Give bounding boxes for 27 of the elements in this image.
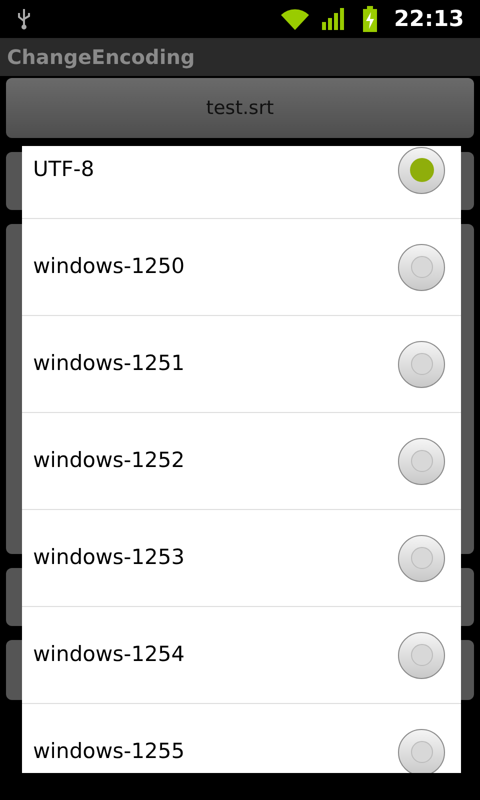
option-label: windows-1255	[33, 738, 186, 766]
option-label: windows-1254	[33, 641, 186, 668]
radio-button[interactable]	[398, 534, 445, 582]
radio-button[interactable]	[398, 632, 445, 678]
encoding-option[interactable]: windows-1255	[22, 704, 461, 773]
clock-time: 22:13	[394, 6, 464, 34]
app-title: ChangeEncoding	[7, 44, 195, 71]
encoding-option[interactable]: windows-1252	[22, 413, 461, 510]
encoding-option[interactable]: windows-1250	[22, 219, 461, 316]
usb-icon	[16, 7, 32, 31]
option-label: windows-1253	[33, 544, 186, 572]
option-label: windows-1252	[33, 447, 186, 474]
radio-button[interactable]	[398, 438, 445, 484]
option-label: UTF-8	[33, 156, 96, 184]
radio-button[interactable]	[398, 728, 445, 773]
option-label: windows-1250	[33, 253, 186, 280]
wifi-icon	[280, 8, 310, 30]
encoding-option[interactable]: windows-1251	[22, 316, 461, 413]
option-label: windows-1251	[33, 350, 186, 378]
radio-button[interactable]	[398, 146, 445, 194]
encoding-option[interactable]: UTF-8	[22, 146, 461, 219]
encoding-option[interactable]: windows-1254	[22, 607, 461, 704]
radio-button[interactable]	[398, 244, 445, 290]
signal-icon	[322, 8, 346, 30]
encoding-option[interactable]: windows-1253	[22, 510, 461, 607]
battery-charging-icon	[362, 6, 378, 32]
radio-button[interactable]	[398, 340, 445, 388]
